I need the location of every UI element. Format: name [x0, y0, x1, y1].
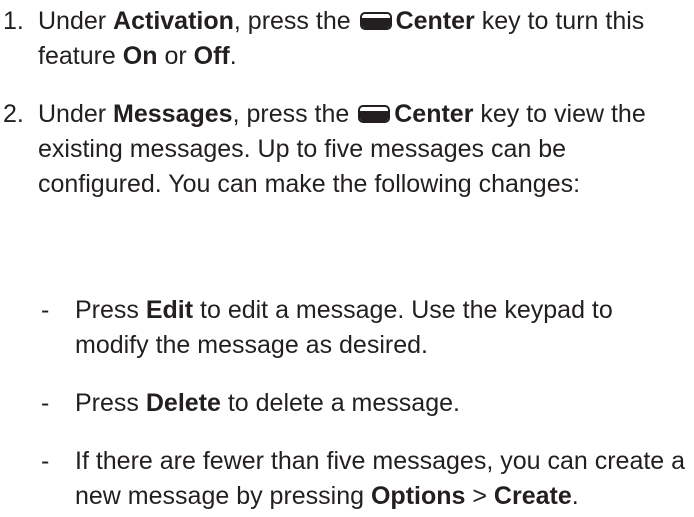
center-key-label: Center — [395, 7, 475, 35]
messages-label: Messages — [113, 100, 233, 128]
options-label: Options — [370, 482, 466, 510]
center-key-icon — [359, 12, 392, 30]
bullet-dash: - — [41, 447, 50, 475]
sub-item-edit: - Press Edit to edit a message. Use the … — [0, 293, 694, 363]
sub-item-create: - If there are fewer than five messages,… — [0, 444, 694, 514]
delete-label: Delete — [145, 389, 221, 417]
bullet-dash: - — [41, 389, 50, 417]
activation-label: Activation — [113, 7, 234, 35]
step-text: Under Activation, press the Center key t… — [38, 7, 645, 70]
center-key-icon — [358, 105, 391, 123]
sub-item-delete: - Press Delete to delete a message. — [0, 386, 694, 421]
on-label: On — [122, 42, 158, 70]
create-label: Create — [493, 482, 572, 510]
center-key-label: Center — [394, 100, 474, 128]
sub-item-text: Press Delete to delete a message. — [75, 389, 460, 417]
sub-item-text: Press Edit to edit a message. Use the ke… — [75, 296, 613, 359]
step-2: 2. Under Messages, press the Center key … — [0, 97, 694, 202]
sub-item-text: If there are fewer than five messages, y… — [75, 447, 686, 510]
instruction-page: 1. Under Activation, press the Center ke… — [0, 0, 694, 517]
off-label: Off — [193, 42, 230, 70]
bullet-dash: - — [41, 296, 50, 324]
step-number: 1. — [3, 7, 24, 35]
edit-label: Edit — [145, 296, 194, 324]
step-number: 2. — [3, 100, 24, 128]
step-text: Under Messages, press the Center key to … — [38, 100, 646, 198]
step-1: 1. Under Activation, press the Center ke… — [0, 4, 694, 74]
